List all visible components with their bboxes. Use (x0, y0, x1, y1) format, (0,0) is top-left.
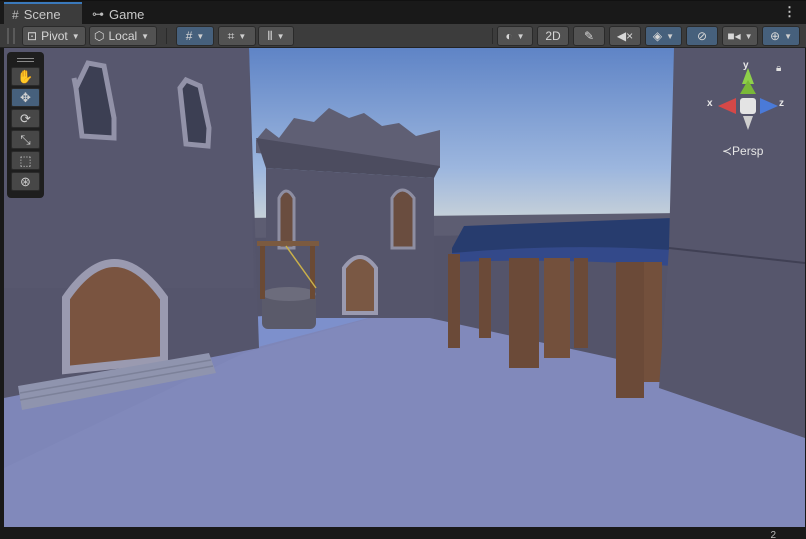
projection-label: ≺Persp (722, 144, 764, 158)
tool-palette: ✋ ✥ ⟳ ⤡ ⬚ ⊛ (7, 52, 44, 198)
chevron-down-icon: ▼ (141, 31, 150, 41)
effects-dropdown[interactable]: ◈ ▼ (645, 26, 682, 46)
pivot-icon: ⊡ (27, 29, 38, 43)
toolbar-grip[interactable] (7, 28, 15, 44)
shaded-sphere-icon: ◐ (505, 29, 513, 43)
building-window-1 (71, 60, 117, 141)
tab-game-label: Game (109, 6, 145, 22)
status-strip: 2 (0, 527, 806, 539)
incremental-snap-button[interactable]: ⌗ ▼ (218, 26, 256, 46)
neg-y-axis-cone[interactable] (743, 116, 753, 130)
grid-icon: # (12, 7, 19, 22)
gizmos-dropdown[interactable]: ⊕ ▼ (762, 26, 800, 46)
local-label: Local (108, 29, 138, 43)
grid-snap-icon: # (185, 29, 193, 43)
rect-tool-button[interactable]: ⬚ (11, 151, 40, 170)
chevron-down-icon: ▼ (516, 31, 525, 41)
chevron-down-icon: ▼ (744, 31, 753, 41)
gamepad-icon: ⊶ (92, 7, 104, 21)
arched-door (62, 259, 168, 375)
well-post (310, 244, 315, 299)
z-axis-cone[interactable] (760, 98, 778, 114)
tab-bar: # Scene ⊶ Game ⋮ (0, 0, 806, 25)
eye-slash-icon: ⊘ (696, 29, 708, 43)
lighting-toggle-button[interactable]: ✎ (573, 26, 605, 46)
scene-render (4, 48, 805, 527)
chevron-down-icon: ▼ (71, 31, 80, 41)
palette-handle[interactable] (11, 55, 40, 65)
grid-snapping-button[interactable]: # ▼ (176, 26, 214, 46)
scale-tool-button[interactable]: ⤡ (11, 130, 40, 149)
stall-post (574, 258, 588, 348)
x-axis-cone[interactable] (718, 98, 736, 114)
snap-increment-icon: ⌗ (227, 28, 235, 43)
transform-tool-button[interactable]: ⊛ (11, 172, 40, 191)
tower-window-right (390, 188, 416, 250)
rect-icon: ⬚ (19, 152, 32, 168)
cube-icon: ⬡ (94, 29, 105, 43)
camera-settings-dropdown[interactable]: ■◂ ▼ (722, 26, 758, 46)
pivot-dropdown[interactable]: ⊡ Pivot ▼ (22, 26, 86, 46)
hand-icon: ✋ (17, 68, 34, 84)
tab-scene[interactable]: # Scene (4, 2, 82, 25)
tab-scene-label: Scene (23, 7, 61, 22)
tower-window-left (277, 189, 296, 250)
scene-viewport[interactable] (4, 48, 805, 527)
transform-icon: ⊛ (20, 173, 31, 189)
chevron-down-icon: ▼ (238, 31, 247, 41)
globe-icon: ⊕ (770, 29, 781, 43)
move-tool-button[interactable]: ✥ (11, 88, 40, 107)
rotate-icon: ⟳ (20, 110, 31, 126)
stall-post (479, 258, 491, 338)
scene-visibility-button[interactable]: ⊘ (686, 26, 718, 46)
speaker-muted-icon: ◀× (616, 29, 634, 43)
lightbulb-icon: ✎ (583, 29, 595, 43)
well-rim (262, 287, 316, 301)
draw-mode-dropdown[interactable]: ◐ ▼ (497, 26, 533, 46)
stall-post (544, 258, 570, 358)
camera-icon: ■◂ (727, 29, 741, 43)
gizmo-center-cube[interactable] (740, 98, 756, 114)
chevron-down-icon: ▼ (666, 31, 675, 41)
pivot-label: Pivot (41, 29, 68, 43)
stall-post (644, 262, 662, 382)
stall-post (616, 262, 644, 398)
scale-icon: ⤡ (20, 131, 31, 147)
grid-visibility-button[interactable]: ⦀ ▼ (258, 26, 294, 46)
hand-tool-button[interactable]: ✋ (11, 67, 40, 86)
y-axis-base (740, 80, 756, 94)
toolbar-divider (492, 28, 493, 44)
gizmo-z-label: z (779, 98, 784, 109)
toggle-2d-label: 2D (545, 29, 561, 43)
courtyard-door (342, 255, 378, 315)
grid-lines-icon: ⦀ (267, 28, 273, 43)
audio-toggle-button[interactable]: ◀× (609, 26, 641, 46)
well-post (260, 244, 265, 299)
well-beam (257, 241, 319, 246)
stall-post (509, 258, 539, 368)
layers-icon: ◈ (652, 29, 663, 43)
gizmo-x-label: x (707, 98, 713, 109)
scene-toolbar: ⊡ Pivot ▼ ⬡ Local ▼ # ▼ ⌗ ▼ ⦀ ▼ ◐ ▼ 2D ✎… (0, 24, 806, 48)
rotate-tool-button[interactable]: ⟳ (11, 109, 40, 128)
toolbar-divider (166, 28, 167, 44)
lock-icon[interactable]: 🔒︎ (776, 63, 781, 74)
chevron-down-icon: ▼ (784, 31, 792, 41)
tab-game[interactable]: ⊶ Game (84, 3, 152, 25)
projection-toggle[interactable]: ≺Persp (722, 144, 763, 158)
page-indicator: 2 (770, 530, 776, 539)
local-dropdown[interactable]: ⬡ Local ▼ (89, 26, 157, 46)
gizmo-y-label: y (743, 60, 749, 71)
chevron-down-icon: ▼ (196, 31, 205, 41)
toggle-2d-button[interactable]: 2D (537, 26, 569, 46)
move-arrows-icon: ✥ (20, 89, 31, 105)
stall-post (448, 254, 460, 348)
chevron-down-icon: ▼ (276, 31, 285, 41)
more-options-icon[interactable]: ⋮ (783, 5, 796, 19)
